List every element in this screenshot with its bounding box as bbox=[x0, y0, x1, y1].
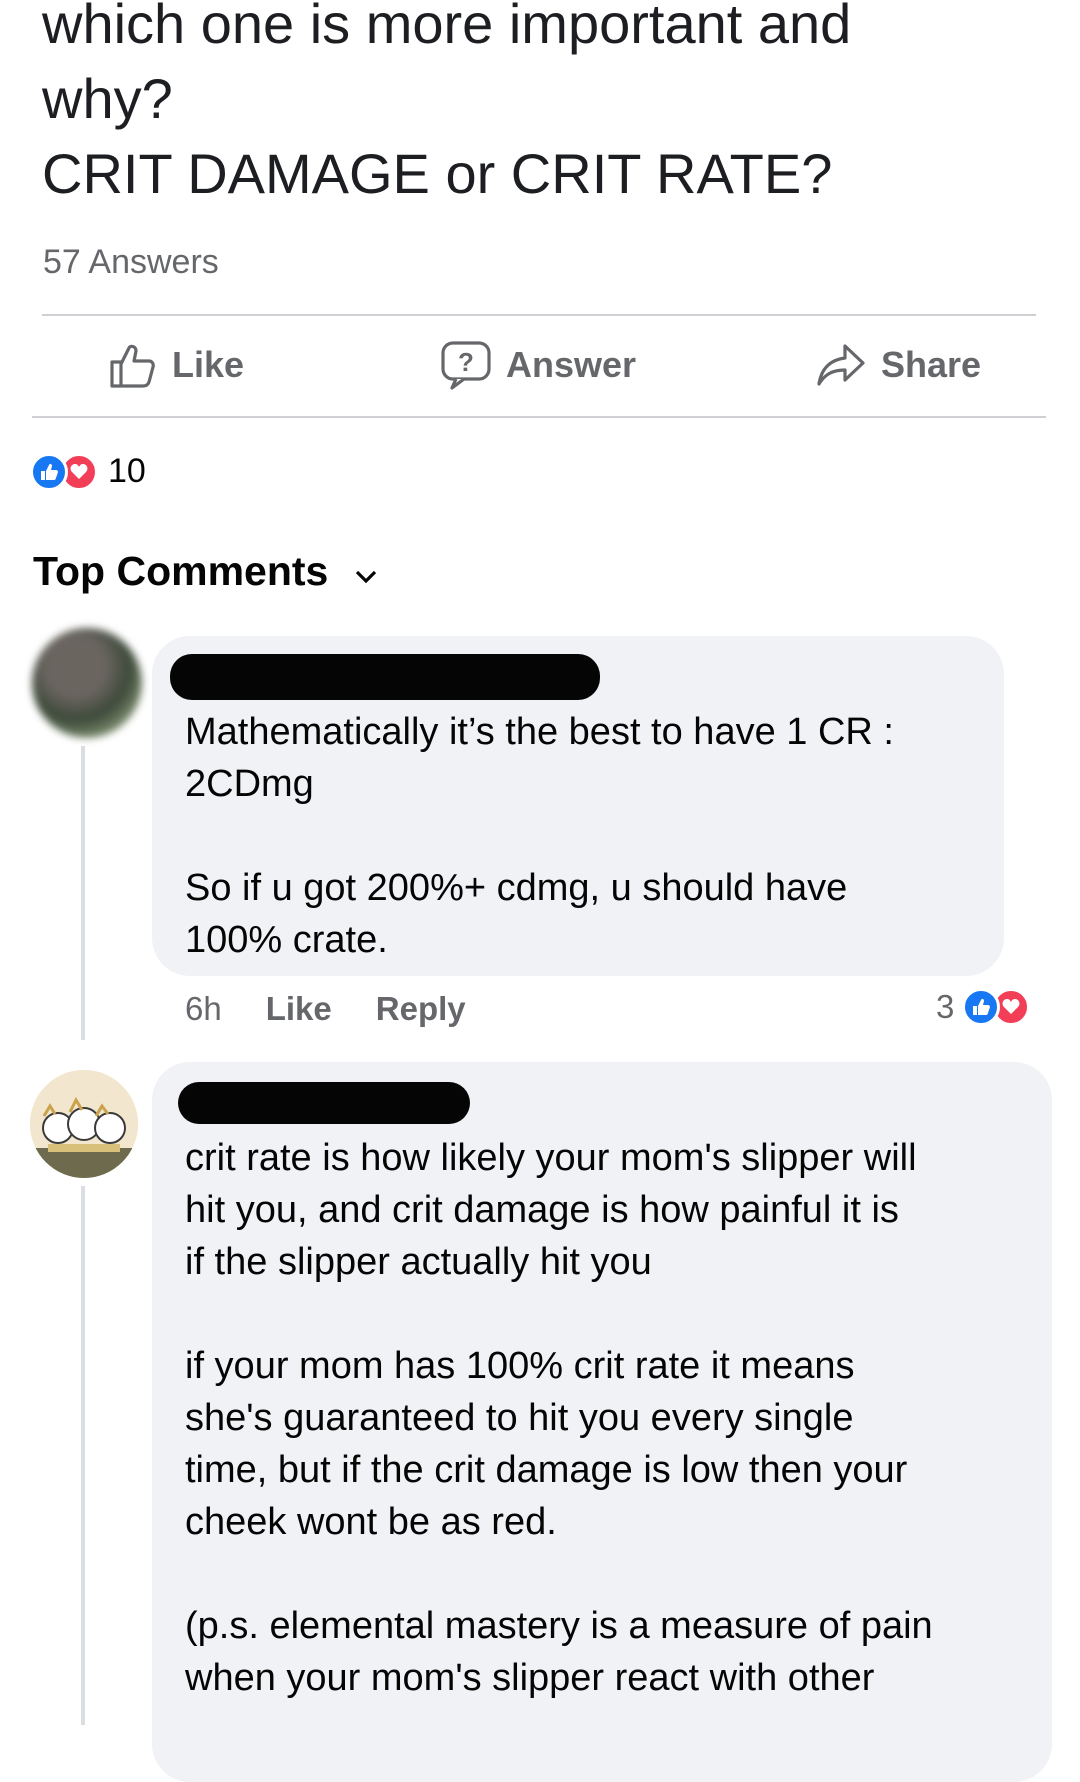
post-reactions[interactable]: 10 bbox=[30, 452, 146, 491]
divider-bottom bbox=[32, 416, 1046, 418]
comment-bubble[interactable]: crit rate is how likely your mom's slipp… bbox=[152, 1062, 1052, 1782]
top-comments-sort[interactable]: Top Comments bbox=[33, 548, 378, 595]
like-reaction-icon bbox=[962, 988, 1001, 1026]
comment-like-button[interactable]: Like bbox=[266, 990, 332, 1028]
question-bubble-icon: ? bbox=[440, 340, 492, 390]
answer-button[interactable]: ? Answer bbox=[440, 340, 636, 390]
thread-line bbox=[81, 746, 85, 1040]
reaction-count: 10 bbox=[108, 452, 146, 490]
like-button-label: Like bbox=[172, 344, 245, 385]
redacted-name bbox=[170, 654, 600, 700]
share-button[interactable]: Share bbox=[815, 340, 981, 390]
comment-text: Mathematically it’s the best to have 1 C… bbox=[185, 711, 894, 961]
comment-timestamp: 6h bbox=[185, 990, 222, 1027]
commenter-avatar[interactable] bbox=[30, 1070, 138, 1178]
thumbs-up-icon bbox=[108, 340, 158, 390]
share-arrow-icon bbox=[815, 340, 867, 390]
share-button-label: Share bbox=[881, 344, 982, 385]
like-reaction-icon bbox=[30, 452, 68, 491]
comment-meta: 6h Like Reply bbox=[185, 990, 466, 1028]
comment-reaction-count: 3 bbox=[936, 988, 955, 1025]
redacted-name bbox=[178, 1082, 470, 1124]
comment-text: crit rate is how likely your mom's slipp… bbox=[185, 1137, 933, 1699]
answer-button-label: Answer bbox=[506, 344, 637, 385]
thread-line bbox=[81, 1186, 85, 1725]
chevron-down-icon bbox=[354, 548, 378, 595]
svg-text:?: ? bbox=[458, 347, 474, 377]
top-comments-label: Top Comments bbox=[33, 548, 329, 594]
divider-top bbox=[42, 314, 1036, 316]
comment-reply-button[interactable]: Reply bbox=[376, 990, 466, 1028]
cartoon-avatar-image bbox=[30, 1070, 138, 1178]
commenter-avatar[interactable] bbox=[32, 628, 142, 738]
comment-bubble[interactable]: Mathematically it’s the best to have 1 C… bbox=[152, 636, 1004, 976]
like-button[interactable]: Like bbox=[108, 340, 244, 390]
question-title: which one is more important and why? CRI… bbox=[42, 0, 852, 205]
comment-reactions[interactable]: 3 bbox=[936, 988, 1031, 1026]
answers-count[interactable]: 57 Answers bbox=[43, 243, 219, 282]
